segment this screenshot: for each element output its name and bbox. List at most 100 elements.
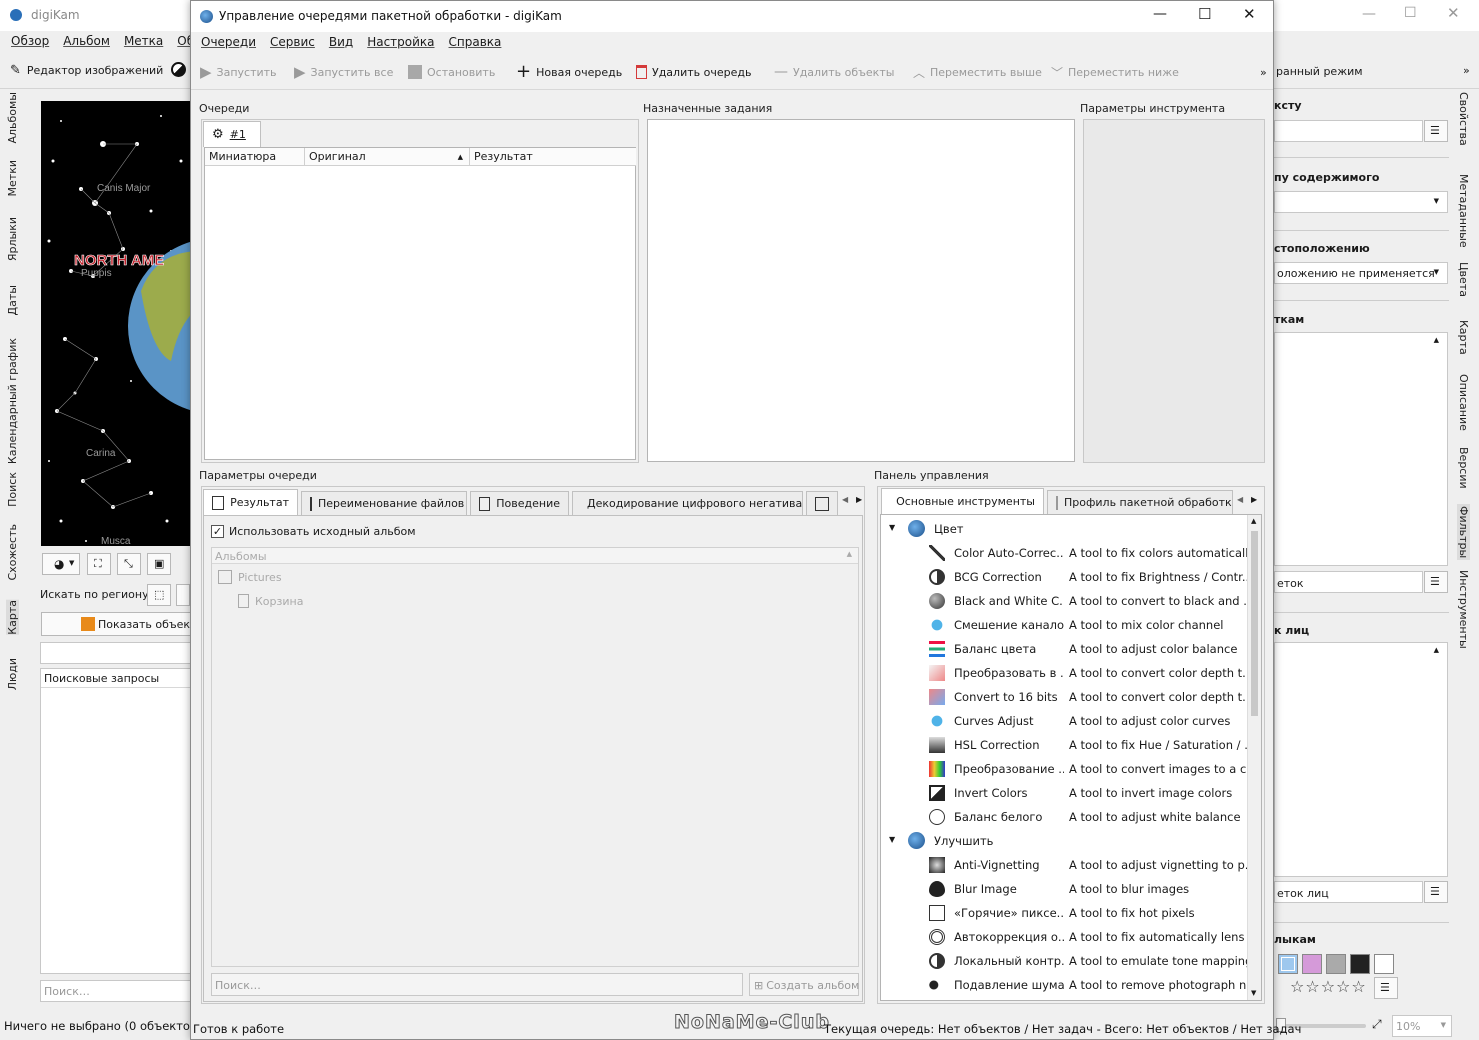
maximize-icon[interactable]: ☐ bbox=[1198, 5, 1211, 23]
tool-item[interactable]: Blur Image A tool to blur images bbox=[881, 877, 1247, 901]
rating-options-button[interactable]: ☰ bbox=[1374, 977, 1398, 999]
tools-scrollbar[interactable]: ▲ ▼ bbox=[1247, 515, 1261, 1000]
tool-item[interactable]: Локальный контр... A tool to emulate tone… bbox=[881, 949, 1249, 973]
run-all-button[interactable]: ▶ Запустить все bbox=[294, 63, 393, 81]
tool-item[interactable]: Преобразовать в ... A tool to convert col… bbox=[881, 661, 1249, 685]
create-album-button[interactable]: ⊞ Создать альбом bbox=[749, 973, 859, 996]
menu-service[interactable]: Сервис bbox=[270, 35, 315, 49]
tool-item[interactable]: Подавление шума A tool to remove photogra… bbox=[881, 973, 1249, 997]
color-label-black[interactable] bbox=[1350, 954, 1370, 974]
tool-item[interactable]: «Горячие» пиксе... A tool to fix hot pixe… bbox=[881, 901, 1247, 925]
column-result[interactable]: Результат bbox=[470, 148, 636, 166]
tab-albums[interactable]: Альбомы bbox=[6, 92, 19, 144]
scroll-down-icon[interactable]: ▼ bbox=[1251, 989, 1256, 997]
menu-tag[interactable]: Метка bbox=[124, 34, 163, 48]
tool-item[interactable]: Curves Adjust A tool to adjust color curv… bbox=[881, 709, 1247, 733]
assigned-tasks-list[interactable] bbox=[647, 119, 1075, 462]
tab-description[interactable]: Описание bbox=[1457, 374, 1470, 431]
close-icon[interactable]: ✕ bbox=[1447, 4, 1460, 22]
scroll-up-icon[interactable]: ▲ bbox=[1251, 517, 1256, 525]
tab-filters[interactable]: Фильтры bbox=[1457, 504, 1470, 561]
tool-item[interactable]: HSL Correction A tool to fix Hue / Satura… bbox=[881, 733, 1249, 757]
globe-dropdown[interactable]: ◕ ▼ bbox=[42, 553, 80, 575]
tool-category[interactable]: ▼ Улучшить bbox=[881, 829, 1247, 853]
tool-item[interactable]: Invert Colors A tool to invert image colo… bbox=[881, 781, 1247, 805]
album-trash[interactable]: Корзина bbox=[238, 594, 303, 608]
menu-overview[interactable]: Обзор bbox=[11, 34, 49, 48]
tab-raw-decoding[interactable]: Декодирование цифрового негатива bbox=[572, 491, 803, 515]
move-down-button[interactable]: ﹀ Переместить ниже bbox=[1051, 63, 1179, 81]
tab-map[interactable]: Карта bbox=[6, 600, 19, 635]
content-type-combo[interactable]: ▼ bbox=[1274, 191, 1448, 213]
more-icon[interactable]: » bbox=[1463, 64, 1470, 77]
tab-versions[interactable]: Версии bbox=[1457, 447, 1470, 489]
close-icon[interactable]: ✕ bbox=[1243, 5, 1256, 23]
stop-button[interactable]: Остановить bbox=[408, 63, 495, 81]
run-button[interactable]: ▶ Запустить bbox=[200, 63, 277, 81]
tab-tags[interactable]: Метки bbox=[6, 160, 19, 196]
saved-searches-list[interactable]: Поисковые запросы bbox=[40, 668, 191, 974]
minimize-icon[interactable]: — bbox=[1362, 6, 1376, 22]
album-pictures[interactable]: Pictures bbox=[218, 570, 282, 584]
tab-scroll-left-icon[interactable]: ◀ bbox=[1237, 495, 1243, 504]
tab-metadata[interactable]: Метаданные bbox=[1457, 174, 1470, 248]
location-combo[interactable]: оложению не применяется ▼ bbox=[1274, 262, 1448, 284]
zoom-out-map-button[interactable]: ⤡ bbox=[117, 553, 141, 575]
color-label-white[interactable] bbox=[1374, 954, 1394, 974]
tab-colors[interactable]: Цвета bbox=[1457, 262, 1470, 297]
tool-item[interactable]: Баланс цвета A tool to adjust color balan… bbox=[881, 637, 1247, 661]
album-search-input[interactable]: Поиск… bbox=[211, 973, 743, 996]
tool-item[interactable]: Смешение каналов A tool to mix color chan… bbox=[881, 613, 1247, 637]
tab-scroll-left-icon[interactable]: ◀ bbox=[842, 495, 848, 504]
delete-queue-button[interactable]: Удалить очередь bbox=[636, 63, 751, 81]
region-select-button[interactable]: ⬚ bbox=[147, 584, 171, 606]
tab-timeline[interactable]: Календарный график bbox=[6, 338, 19, 464]
tab-base-tools[interactable]: Основные инструменты bbox=[881, 488, 1044, 514]
faces-options-button[interactable]: ☰ bbox=[1424, 881, 1448, 903]
tool-category[interactable]: ▼ Цвет bbox=[881, 517, 1247, 541]
tool-item[interactable]: Convert to 16 bits A tool to convert colo… bbox=[881, 685, 1249, 709]
tool-item[interactable]: Баланс белого A tool to adjust white bala… bbox=[881, 805, 1247, 829]
move-up-button[interactable]: ︿ Переместить выше bbox=[913, 63, 1042, 81]
album-tree[interactable]: Альбомы ▲ Pictures Корзина bbox=[211, 547, 859, 967]
column-original[interactable]: Оригинал ▲ bbox=[305, 148, 470, 166]
scrollbar-thumb[interactable] bbox=[1251, 531, 1258, 716]
queue-items-list[interactable]: Миниатюра Оригинал ▲ Результат bbox=[204, 147, 636, 460]
menu-album[interactable]: Альбом bbox=[63, 34, 110, 48]
tab-properties[interactable]: Свойства bbox=[1457, 92, 1470, 146]
queue-tab-1[interactable]: ⚙ #1 bbox=[203, 121, 261, 147]
zoom-in-map-button[interactable]: ⛶ bbox=[87, 553, 111, 575]
tab-behavior[interactable]: Поведение bbox=[470, 491, 569, 515]
tool-item[interactable]: Black and White C... A tool to convert to… bbox=[881, 589, 1249, 613]
tab-rename-files[interactable]: Переименование файлов bbox=[301, 491, 467, 515]
zoom-combo[interactable]: 10% ▼ bbox=[1392, 1015, 1452, 1037]
tab-map-right[interactable]: Карта bbox=[1457, 320, 1470, 355]
new-queue-button[interactable]: + Новая очередь bbox=[516, 63, 622, 81]
menu-queues[interactable]: Очереди bbox=[201, 35, 256, 49]
tool-item[interactable]: Anti-Vignetting A tool to adjust vignetti… bbox=[881, 853, 1249, 877]
scroll-up-icon[interactable]: ▲ bbox=[1434, 336, 1439, 344]
right-text-filter[interactable] bbox=[1274, 120, 1423, 142]
color-label-blue[interactable] bbox=[1278, 954, 1298, 974]
tab-result[interactable]: Результат bbox=[203, 489, 298, 515]
tab-labels[interactable]: Ярлыки bbox=[6, 217, 19, 261]
expand-arrow-icon[interactable]: ▼ bbox=[889, 523, 895, 532]
menu-help[interactable]: Справка bbox=[449, 35, 502, 49]
menu-settings[interactable]: Настройка bbox=[367, 35, 434, 49]
tab-tools[interactable]: Инструменты bbox=[1457, 570, 1470, 649]
tool-item[interactable]: BCG Correction A tool to fix Brightness /… bbox=[881, 565, 1249, 589]
image-editor-button[interactable]: ✎ Редактор изображений bbox=[10, 63, 163, 78]
tags-options-button[interactable]: ☰ bbox=[1424, 571, 1448, 593]
rating-stars[interactable]: ☆☆☆☆☆ bbox=[1290, 977, 1367, 996]
tags-list[interactable]: ▲ bbox=[1274, 332, 1448, 566]
filter-options-button[interactable]: ☰ bbox=[1424, 120, 1448, 142]
delete-items-button[interactable]: — Удалить объекты bbox=[774, 63, 894, 81]
tags-filter-field[interactable]: еток bbox=[1274, 571, 1423, 593]
column-thumbnail[interactable]: Миниатюра bbox=[205, 148, 305, 166]
fit-icon[interactable]: ⤢ bbox=[1372, 1017, 1382, 1032]
maximize-icon[interactable]: ☐ bbox=[1404, 5, 1417, 21]
minimize-icon[interactable]: — bbox=[1153, 6, 1167, 22]
tab-people[interactable]: Люди bbox=[6, 658, 19, 690]
color-label-gray[interactable] bbox=[1326, 954, 1346, 974]
expand-arrow-icon[interactable]: ▼ bbox=[889, 835, 895, 844]
